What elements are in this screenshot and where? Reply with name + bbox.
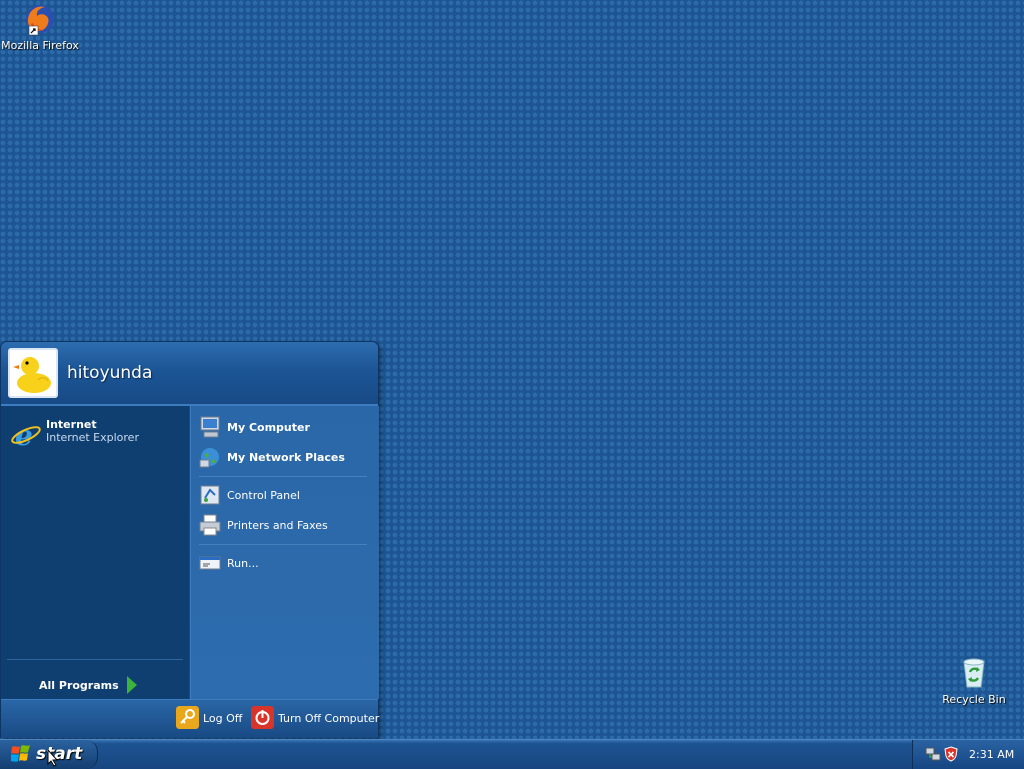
my-computer-icon [200,416,220,438]
start-menu-left-pane: e Internet Internet Explorer All Program… [1,406,189,699]
separator [7,659,183,660]
clock[interactable]: 2:31 AM [969,748,1014,761]
firefox-icon [23,2,57,36]
menu-item-run[interactable]: Run... [198,551,373,575]
system-tray: 2:31 AM [912,740,1024,769]
pinned-item-subtitle: Internet Explorer [46,431,139,444]
taskbar: start 2:31 AM [0,739,1024,769]
desktop-icon-label: Recycle Bin [942,693,1006,706]
rubber-duck-icon [13,357,51,393]
all-programs-label: All Programs [39,679,119,692]
menu-item-my-network-places[interactable]: My Network Places [198,445,373,469]
power-icon [251,706,274,729]
mouse-cursor-icon [47,749,59,767]
printer-icon [199,514,221,536]
desktop-icon-label: Mozilla Firefox [1,39,79,52]
start-menu-header: hitoyunda [1,342,378,406]
pinned-item-internet[interactable]: e Internet Internet Explorer [10,418,185,452]
desktop-icon-firefox[interactable]: Mozilla Firefox [0,2,80,52]
control-panel-icon [200,485,220,505]
menu-item-control-panel[interactable]: Control Panel [198,483,373,507]
start-menu-right-pane: My Computer My Network Places Control Pa… [190,406,379,699]
green-arrow-icon [127,676,137,694]
network-places-icon [199,448,219,468]
internet-explorer-icon: e [11,419,41,450]
menu-item-label: Control Panel [227,489,300,502]
start-menu: hitoyunda e Internet Internet Explorer A… [0,341,379,738]
menu-item-my-computer[interactable]: My Computer [198,415,373,439]
menu-item-label: My Computer [227,421,310,434]
run-icon [199,556,221,570]
start-label: start [36,744,83,764]
key-icon [176,706,199,729]
log-off-button[interactable]: Log Off [176,706,244,730]
user-avatar[interactable] [8,348,58,398]
turn-off-label: Turn Off Computer [278,712,380,725]
turn-off-computer-button[interactable]: Turn Off Computer [251,706,379,730]
separator [199,476,367,477]
start-menu-footer: Log Off Turn Off Computer [1,699,379,738]
security-alert-icon[interactable] [943,746,959,762]
log-off-label: Log Off [203,712,243,725]
all-programs-button[interactable]: All Programs [39,676,149,696]
menu-item-label: My Network Places [227,451,345,464]
user-name: hitoyunda [67,363,153,383]
menu-item-printers-and-faxes[interactable]: Printers and Faxes [198,513,373,537]
windows-logo-icon [11,745,30,762]
desktop-icon-recycle-bin[interactable]: Recycle Bin [934,656,1014,706]
menu-item-label: Printers and Faxes [227,519,328,532]
recycle-bin-icon [957,656,991,690]
separator [199,544,367,545]
pinned-item-title: Internet [46,418,97,431]
network-connection-icon[interactable] [925,746,941,762]
menu-item-label: Run... [227,557,259,570]
